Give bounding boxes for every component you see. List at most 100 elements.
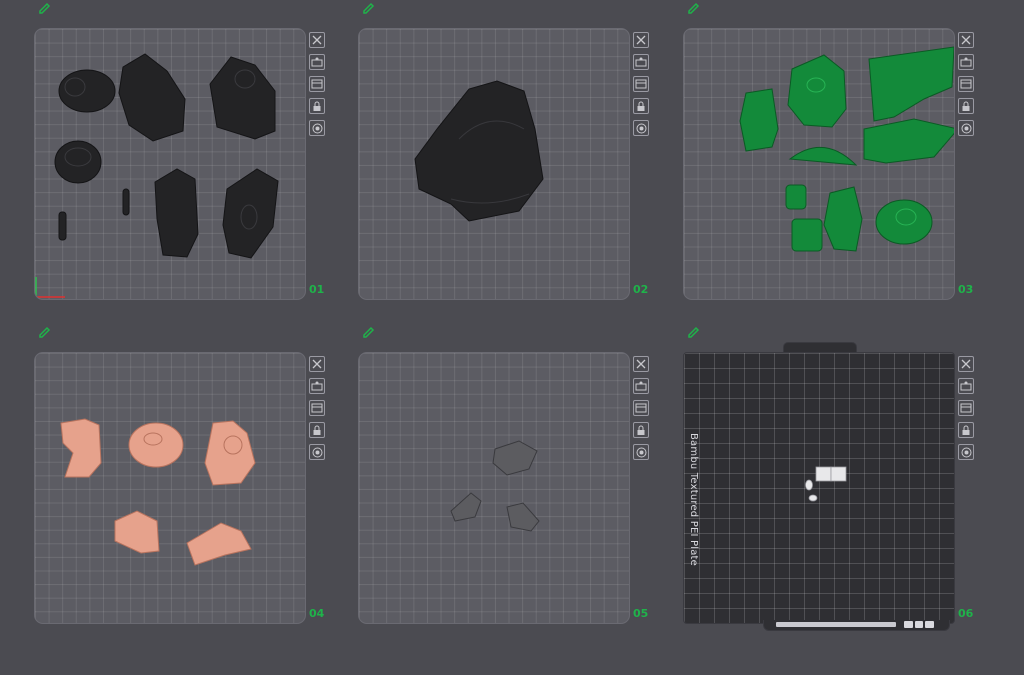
lock-button[interactable]	[958, 422, 974, 438]
plate-preview[interactable]	[358, 352, 630, 624]
plate-cell-05: 05	[358, 326, 658, 638]
layout-icon	[311, 79, 323, 89]
lock-button[interactable]	[633, 98, 649, 114]
plate-preview[interactable]	[683, 28, 955, 300]
model-part	[791, 218, 823, 252]
close-button[interactable]	[633, 356, 649, 372]
arrange-icon	[311, 381, 323, 391]
model-part	[118, 53, 186, 142]
model-part	[823, 186, 863, 252]
plate-number: 02	[633, 283, 649, 296]
lock-icon	[637, 425, 645, 435]
bed-label-strip	[776, 622, 896, 627]
arrange-button[interactable]	[633, 54, 649, 70]
arrange-button[interactable]	[309, 54, 325, 70]
model-part	[222, 168, 279, 259]
plate-preview[interactable]	[34, 352, 306, 624]
arrange-icon	[635, 381, 647, 391]
lock-button[interactable]	[309, 98, 325, 114]
lock-icon	[962, 425, 970, 435]
arrange-icon	[960, 381, 972, 391]
close-icon	[636, 359, 646, 369]
settings-icon	[312, 123, 322, 133]
settings-icon	[961, 123, 971, 133]
plate-objects	[739, 46, 954, 252]
arrange-button[interactable]	[309, 378, 325, 394]
layout-button[interactable]	[633, 400, 649, 416]
model-part	[492, 440, 538, 476]
edit-name-icon[interactable]	[362, 0, 376, 14]
plate-objects	[35, 53, 279, 298]
model-part	[58, 69, 116, 113]
layout-button[interactable]	[633, 76, 649, 92]
layout-button[interactable]	[958, 76, 974, 92]
plate-number: 06	[958, 607, 974, 620]
lock-button[interactable]	[309, 422, 325, 438]
model-part	[808, 494, 818, 502]
plate-number: 05	[633, 607, 649, 620]
close-button[interactable]	[958, 356, 974, 372]
model-part	[506, 502, 540, 532]
model-part	[154, 168, 199, 258]
lock-icon	[962, 101, 970, 111]
close-button[interactable]	[309, 32, 325, 48]
settings-button[interactable]	[633, 120, 649, 136]
plate-toolbar	[309, 32, 327, 142]
plate-cell-02: 02	[358, 2, 658, 314]
plate-preview[interactable]	[34, 28, 306, 300]
arrange-button[interactable]	[958, 378, 974, 394]
plate-number: 01	[309, 283, 325, 296]
arrange-button[interactable]	[958, 54, 974, 70]
model-part	[815, 466, 832, 482]
plate-toolbar	[633, 356, 651, 466]
layout-icon	[960, 403, 972, 413]
model-part	[60, 418, 102, 478]
plate-preview[interactable]	[358, 28, 630, 300]
edit-name-icon[interactable]	[687, 0, 701, 14]
edit-name-icon[interactable]	[38, 324, 52, 338]
plate-toolbar	[309, 356, 327, 466]
edit-name-icon[interactable]	[362, 324, 376, 338]
plate-objects	[450, 440, 540, 532]
model-part	[58, 211, 67, 241]
arrange-button[interactable]	[633, 378, 649, 394]
settings-icon	[312, 447, 322, 457]
settings-button[interactable]	[633, 444, 649, 460]
settings-button[interactable]	[958, 120, 974, 136]
plate-cell-03: 03	[683, 2, 983, 314]
model-part	[122, 188, 130, 216]
plate-toolbar	[633, 32, 651, 142]
model-part	[54, 140, 102, 184]
plate-objects	[60, 418, 256, 566]
plate-toolbar	[958, 32, 976, 142]
close-button[interactable]	[309, 356, 325, 372]
layout-button[interactable]	[309, 76, 325, 92]
lock-button[interactable]	[958, 98, 974, 114]
layout-button[interactable]	[958, 400, 974, 416]
plate-preview[interactable]: Bambu Textured PEI Plate	[683, 352, 955, 624]
plate-objects	[805, 466, 847, 502]
model-part	[114, 510, 160, 554]
close-button[interactable]	[958, 32, 974, 48]
plate-cell-01: 01	[34, 2, 334, 314]
lock-icon	[313, 101, 321, 111]
plate-toolbar	[958, 356, 976, 466]
settings-button[interactable]	[309, 120, 325, 136]
close-icon	[636, 35, 646, 45]
model-part	[414, 80, 544, 222]
plate-number: 04	[309, 607, 325, 620]
layout-button[interactable]	[309, 400, 325, 416]
lock-icon	[313, 425, 321, 435]
model-part	[863, 118, 954, 164]
model-part	[868, 46, 954, 122]
settings-button[interactable]	[309, 444, 325, 460]
model-part	[788, 146, 858, 166]
settings-button[interactable]	[958, 444, 974, 460]
close-button[interactable]	[633, 32, 649, 48]
lock-button[interactable]	[633, 422, 649, 438]
plate-cell-04: 04	[34, 326, 334, 638]
plate-objects	[414, 80, 544, 222]
edit-name-icon[interactable]	[38, 0, 52, 14]
edit-name-icon[interactable]	[687, 324, 701, 338]
model-part	[186, 522, 252, 566]
